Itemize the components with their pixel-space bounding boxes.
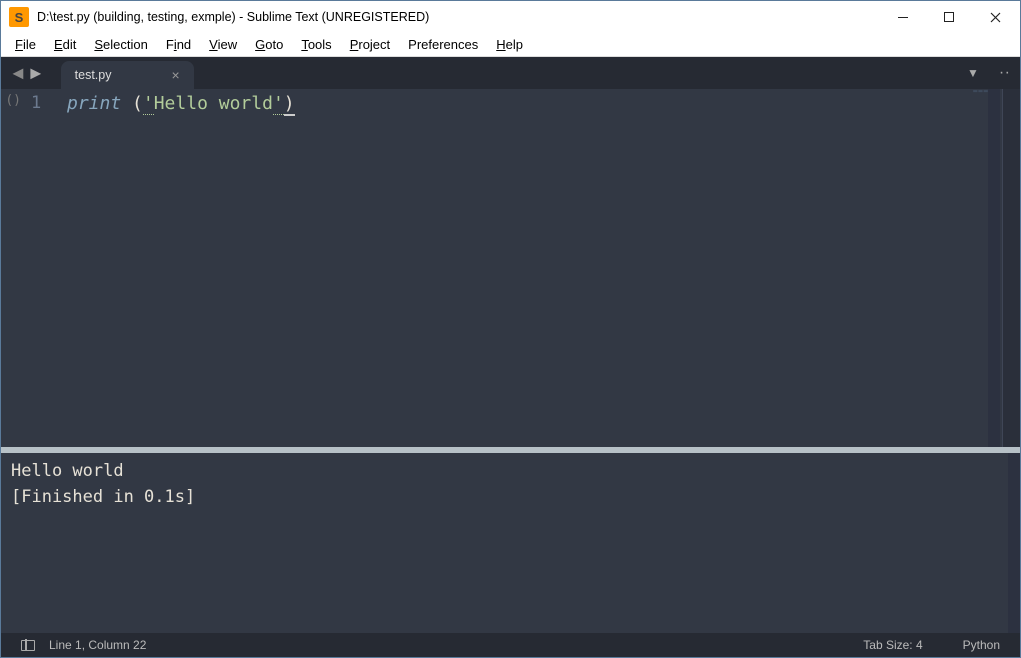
tab-strip: ◄ ► test.py × ▼ · · (1, 57, 1020, 89)
chevron-down-icon[interactable]: ▼ (967, 66, 979, 80)
window-title: D:\test.py (building, testing, exmple) -… (35, 10, 880, 24)
menu-tools[interactable]: Tools (293, 35, 339, 54)
status-bar: Line 1, Column 22 Tab Size: 4 Python (1, 633, 1020, 657)
code-line[interactable]: print ('Hello world') (55, 89, 295, 447)
output-line: Hello world (11, 459, 1010, 485)
tab-forward-icon[interactable]: ► (27, 64, 45, 82)
editor-scrollbar[interactable] (988, 89, 1000, 447)
tab-label: test.py (75, 68, 112, 82)
menu-preferences[interactable]: Preferences (400, 35, 486, 54)
cursor-position: ) (284, 93, 295, 116)
output-line: [Finished in 0.1s] (11, 485, 1010, 511)
minimap[interactable] (1002, 89, 1020, 447)
maximize-icon (944, 12, 954, 22)
status-syntax[interactable]: Python (963, 638, 1000, 652)
tab-back-icon[interactable]: ◄ (9, 64, 27, 82)
menu-bar: File Edit Selection Find View Goto Tools… (1, 33, 1020, 57)
status-position[interactable]: Line 1, Column 22 (49, 638, 146, 652)
tab-overflow-icon[interactable]: · · (999, 64, 1008, 82)
menu-selection[interactable]: Selection (86, 35, 155, 54)
app-icon: S (9, 7, 29, 27)
line-number-gutter[interactable]: 1 (21, 89, 55, 447)
maximize-button[interactable] (926, 1, 972, 33)
menu-find[interactable]: Find (158, 35, 199, 54)
build-output-panel[interactable]: Hello world [Finished in 0.1s] (1, 453, 1020, 633)
code-editor[interactable]: () 1 print ('Hello world') ▬▬▬▬ (1, 89, 1020, 447)
close-button[interactable] (972, 1, 1018, 33)
status-tab-size[interactable]: Tab Size: 4 (863, 638, 922, 652)
token-function: print (67, 93, 121, 114)
tab-nav-arrows: ◄ ► (1, 64, 53, 82)
close-icon (990, 12, 1001, 23)
panel-switcher-icon[interactable] (21, 640, 35, 651)
menu-project[interactable]: Project (342, 35, 398, 54)
file-tab[interactable]: test.py × (61, 61, 194, 89)
menu-file[interactable]: File (7, 35, 44, 54)
main-area: ◄ ► test.py × ▼ · · () 1 print ('Hello w… (1, 57, 1020, 633)
tab-close-icon[interactable]: × (171, 67, 179, 83)
minimize-button[interactable] (880, 1, 926, 33)
menu-help[interactable]: Help (488, 35, 531, 54)
menu-view[interactable]: View (201, 35, 245, 54)
window-controls (880, 1, 1018, 33)
menu-edit[interactable]: Edit (46, 35, 84, 54)
tab-strip-controls: ▼ · · (967, 64, 1020, 82)
fold-gutter[interactable]: () (1, 89, 21, 447)
minimize-icon (898, 17, 908, 18)
token-string: Hello world (154, 93, 273, 114)
output-scrollbar[interactable] (1008, 453, 1020, 633)
window-titlebar: S D:\test.py (building, testing, exmple)… (1, 1, 1020, 33)
menu-goto[interactable]: Goto (247, 35, 291, 54)
